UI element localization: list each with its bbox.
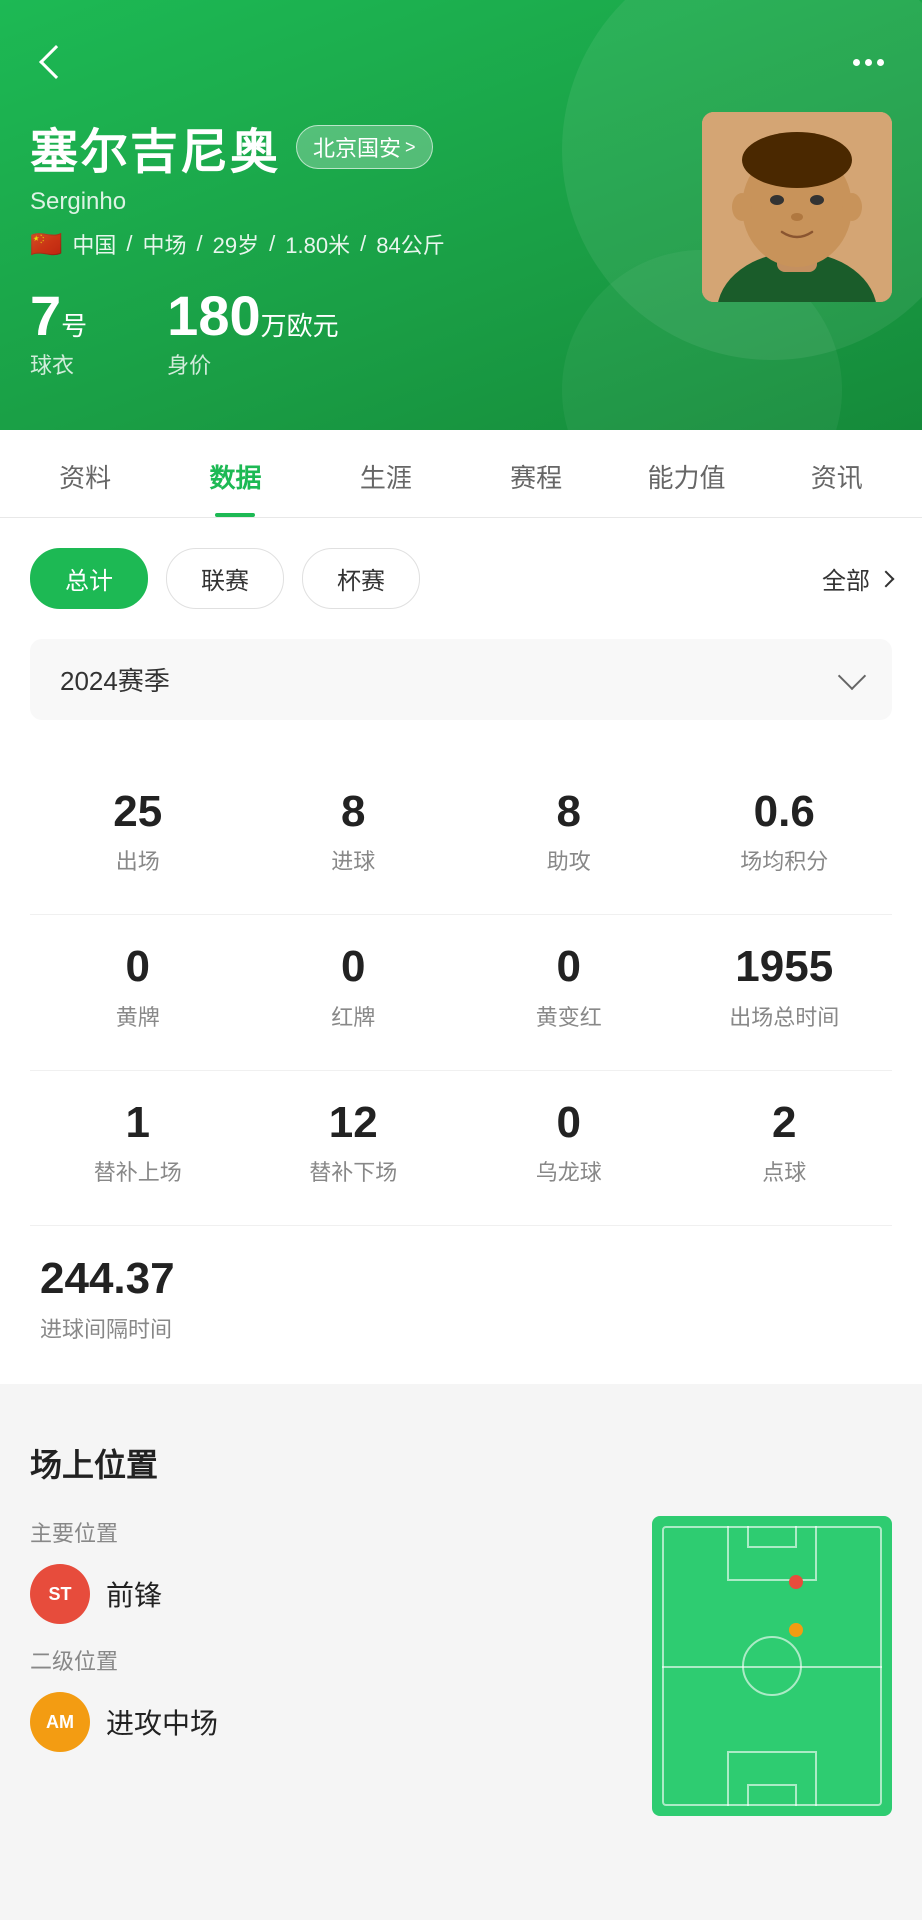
player-value: 180万欧元: [167, 288, 338, 344]
back-arrow-icon: [39, 45, 73, 79]
season-text: 2024赛季: [60, 661, 170, 698]
position-content: 主要位置 ST 前锋 二级位置 AM 进攻中场: [30, 1516, 892, 1816]
secondary-position-label: 二级位置: [30, 1644, 632, 1676]
position-section: 场上位置 主要位置 ST 前锋 二级位置 AM 进攻中场: [0, 1404, 922, 1856]
dot-icon: [865, 59, 872, 66]
value-label: 身价: [167, 348, 338, 380]
field-diagram: [652, 1516, 892, 1816]
player-name: 塞尔吉尼奥: [30, 112, 280, 182]
tab-shuju[interactable]: 数据: [160, 430, 310, 517]
jersey-number: 7号: [30, 288, 87, 344]
filter-all-button[interactable]: 全部: [822, 561, 892, 596]
meta-separator: /: [197, 231, 203, 257]
chevron-right-icon: [878, 570, 895, 587]
avatar-face: [702, 112, 892, 302]
stat-total-time: 1955 出场总时间: [677, 915, 893, 1059]
stat-sub-on: 1 替补上场: [30, 1071, 246, 1215]
hero-section: 塞尔吉尼奥 北京国安 > Serginho 🇨🇳 中国 / 中场 / 29岁 /…: [0, 0, 922, 430]
player-age: 29岁: [213, 228, 259, 260]
stat-goal-interval: 244.37 进球间隔时间: [30, 1226, 892, 1354]
st-badge: ST: [30, 1564, 90, 1624]
stats-row-2: 0 黄牌 0 红牌 0 黄变红 1955 出场总时间: [30, 915, 892, 1059]
dot-icon: [853, 59, 860, 66]
stat-sub-off: 12 替补下场: [246, 1071, 462, 1215]
player-latin-name: Serginho: [30, 188, 702, 216]
player-name-row: 塞尔吉尼奥 北京国安 >: [30, 112, 702, 182]
stat-appearances: 25 出场: [30, 760, 246, 904]
team-name: 北京国安: [313, 131, 401, 163]
back-button[interactable]: [30, 40, 74, 84]
player-weight: 84公斤: [376, 228, 444, 260]
tab-zixun[interactable]: 资讯: [762, 430, 912, 517]
dot-icon: [877, 59, 884, 66]
meta-separator: /: [126, 231, 132, 257]
chevron-down-icon: [838, 661, 866, 689]
player-country: 中国: [72, 228, 116, 260]
tab-shengya[interactable]: 生涯: [311, 430, 461, 517]
meta-separator: /: [269, 231, 275, 257]
value-stat: 180万欧元 身价: [167, 288, 338, 380]
tab-ziliao[interactable]: 资料: [10, 430, 160, 517]
field-center-circle: [742, 1636, 802, 1696]
field-bottom-goal-box: [747, 1784, 797, 1806]
jersey-unit: 号: [61, 311, 87, 341]
stat-red-cards: 0 红牌: [246, 915, 462, 1059]
flag-icon: 🇨🇳: [30, 229, 62, 260]
position-dot-secondary: [789, 1623, 803, 1637]
stat-goals: 8 进球: [246, 760, 462, 904]
jersey-stat: 7号 球衣: [30, 288, 87, 380]
position-section-title: 场上位置: [30, 1440, 892, 1486]
stats-row-1: 25 出场 8 进球 8 助攻 0.6 场均积分: [30, 760, 892, 904]
position-dot-primary: [789, 1575, 803, 1589]
team-badge-arrow-icon: >: [405, 137, 416, 158]
tab-nenglizhi[interactable]: 能力值: [611, 430, 761, 517]
player-meta: 🇨🇳 中国 / 中场 / 29岁 / 1.80米 / 84公斤: [30, 228, 702, 260]
stat-yellow-cards: 0 黄牌: [30, 915, 246, 1059]
tab-saicheng[interactable]: 赛程: [461, 430, 611, 517]
secondary-position-item: AM 进攻中场: [30, 1692, 632, 1752]
stats-row-3: 1 替补上场 12 替补下场 0 乌龙球 2 点球: [30, 1071, 892, 1215]
field-top-goal-box: [747, 1526, 797, 1548]
tabs-container: 资料 数据 生涯 赛程 能力值 资讯: [0, 430, 922, 518]
top-bar: [30, 40, 892, 84]
stat-assists: 8 助攻: [461, 760, 677, 904]
filter-beisai[interactable]: 杯赛: [302, 548, 420, 609]
player-position: 中场: [143, 228, 187, 260]
filter-liansai[interactable]: 联赛: [166, 548, 284, 609]
season-selector[interactable]: 2024赛季: [30, 639, 892, 720]
player-stats-row: 7号 球衣 180万欧元 身价: [30, 288, 702, 380]
stat-yellow-to-red: 0 黄变红: [461, 915, 677, 1059]
stat-own-goals: 0 乌龙球: [461, 1071, 677, 1215]
primary-position-label: 主要位置: [30, 1516, 632, 1548]
content-area: 总计 联赛 杯赛 全部 2024赛季 25 出场 8 进球 8 助攻: [0, 518, 922, 1384]
stat-avg-score: 0.6 场均积分: [677, 760, 893, 904]
filter-row: 总计 联赛 杯赛 全部: [30, 548, 892, 609]
more-button[interactable]: [845, 51, 892, 74]
player-height: 1.80米: [285, 228, 350, 260]
secondary-position-name: 进攻中场: [106, 1702, 218, 1742]
position-left: 主要位置 ST 前锋 二级位置 AM 进攻中场: [30, 1516, 632, 1816]
player-left-info: 塞尔吉尼奥 北京国安 > Serginho 🇨🇳 中国 / 中场 / 29岁 /…: [30, 112, 702, 380]
am-badge: AM: [30, 1692, 90, 1752]
meta-separator: /: [360, 231, 366, 257]
stat-penalties: 2 点球: [677, 1071, 893, 1215]
primary-position-item: ST 前锋: [30, 1564, 632, 1624]
team-badge-button[interactable]: 北京国安 >: [296, 125, 433, 169]
player-avatar: [702, 112, 892, 302]
jersey-label: 球衣: [30, 348, 87, 380]
tabs: 资料 数据 生涯 赛程 能力值 资讯: [0, 430, 922, 517]
primary-position-name: 前锋: [106, 1574, 162, 1614]
value-unit: 万欧元: [261, 311, 339, 341]
filter-zongji[interactable]: 总计: [30, 548, 148, 609]
player-info: 塞尔吉尼奥 北京国安 > Serginho 🇨🇳 中国 / 中场 / 29岁 /…: [30, 112, 892, 380]
